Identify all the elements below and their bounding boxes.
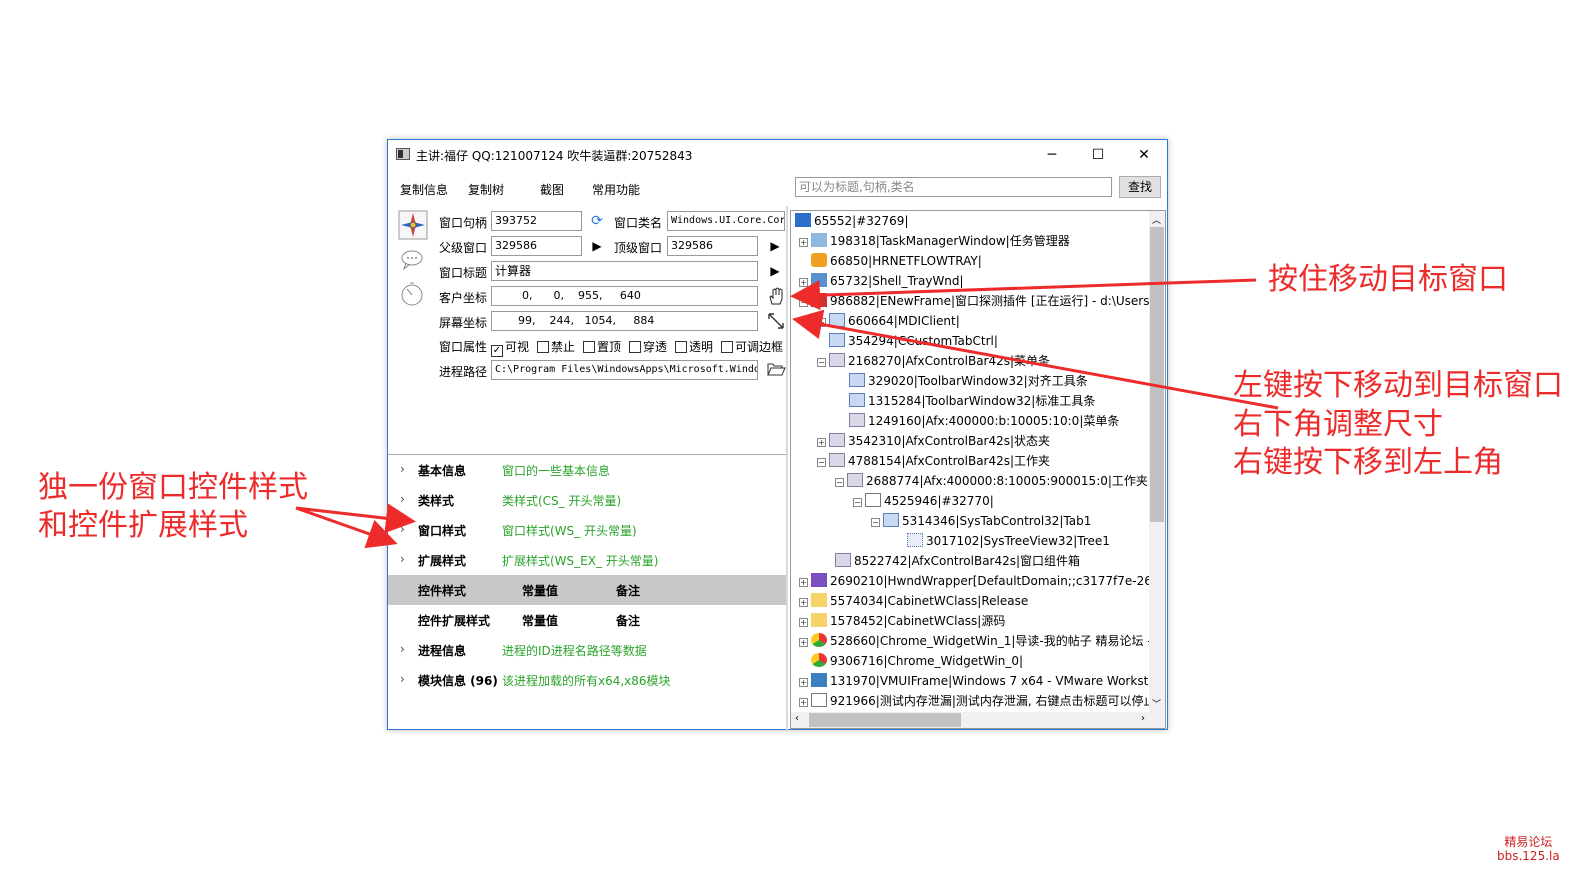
- annotation-resize-3: 右键按下移到左上角: [1233, 445, 1503, 480]
- watermark: 精易论坛 bbs.125.la: [1497, 835, 1560, 863]
- annotation-drag: 按住移动目标窗口: [1268, 262, 1508, 297]
- annotation-resize-2: 右下角调整尺寸: [1233, 407, 1443, 442]
- annotation-styles-1: 独一份窗口控件样式: [38, 470, 308, 505]
- annotation-styles-2: 和控件扩展样式: [38, 508, 248, 543]
- annotation-resize-1: 左键按下移动到目标窗口: [1233, 368, 1563, 403]
